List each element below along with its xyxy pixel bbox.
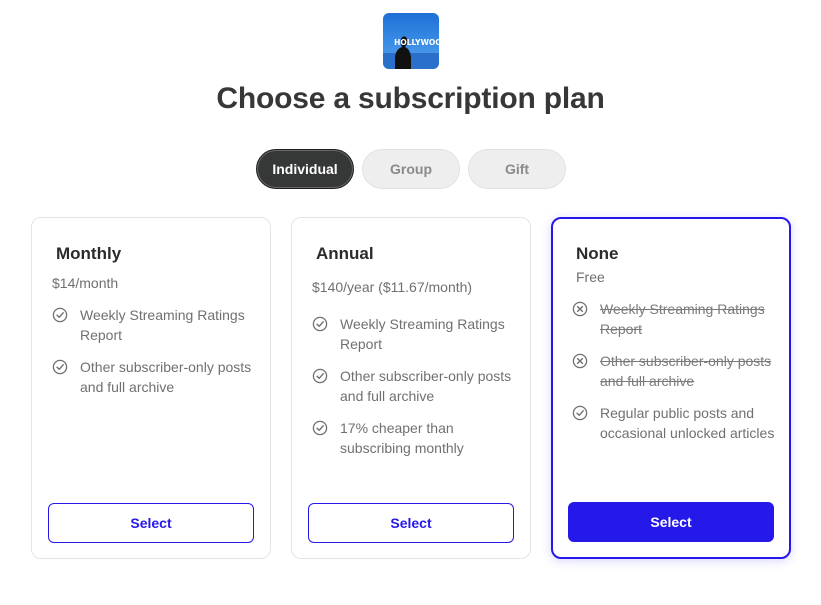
x-circle-icon [572,301,588,317]
select-annual-button[interactable]: Select [308,503,514,543]
plan-price: $140/year ($11.67/month) [312,279,473,295]
feature-text: Weekly Streaming Ratings Report [80,307,245,343]
feature-text: Other subscriber-only posts and full arc… [340,368,512,404]
plan-card-annual[interactable]: Annual $140/year ($11.67/month) Weekly S… [291,217,531,559]
check-circle-icon [52,359,68,375]
plan-price: $14/month [52,275,119,291]
feature-text: Other subscriber-only posts and full arc… [600,353,772,389]
feature-item-excluded: Other subscriber-only posts and full arc… [572,351,777,391]
plan-card-none[interactable]: None Free Weekly Streaming Ratings Repor… [551,217,791,559]
plan-card-monthly[interactable]: Monthly $14/month Weekly Streaming Ratin… [31,217,271,559]
feature-item: Other subscriber-only posts and full arc… [52,357,257,397]
feature-text: Weekly Streaming Ratings Report [600,301,765,337]
select-monthly-button[interactable]: Select [48,503,254,543]
select-none-button[interactable]: Select [568,502,774,542]
feature-item: Other subscriber-only posts and full arc… [312,366,517,406]
publication-logo: HOLLYWOOD [383,13,439,69]
plan-price: Free [576,269,605,285]
plan-name: None [576,244,619,263]
plan-name: Annual [316,244,374,263]
page-title: Choose a subscription plan [216,82,605,115]
feature-item: Weekly Streaming Ratings Report [312,314,517,354]
check-circle-icon [312,368,328,384]
feature-text: Other subscriber-only posts and full arc… [80,359,252,395]
logo-text: HOLLYWOOD [394,38,439,47]
tab-individual[interactable]: Individual [256,149,354,189]
tab-gift[interactable]: Gift [468,149,566,189]
feature-text: 17% cheaper than subscribing monthly [340,420,464,456]
feature-item: Weekly Streaming Ratings Report [52,305,257,345]
x-circle-icon [572,353,588,369]
tab-group[interactable]: Group [362,149,460,189]
feature-text: Regular public posts and occasional unlo… [600,405,775,441]
check-circle-icon [52,307,68,323]
feature-item-excluded: Weekly Streaming Ratings Report [572,299,777,339]
plan-name: Monthly [56,244,122,263]
feature-item: 17% cheaper than subscribing monthly [312,418,517,458]
feature-text: Weekly Streaming Ratings Report [340,316,505,352]
check-circle-icon [312,420,328,436]
check-circle-icon [572,405,588,421]
feature-item: Regular public posts and occasional unlo… [572,403,777,443]
check-circle-icon [312,316,328,332]
